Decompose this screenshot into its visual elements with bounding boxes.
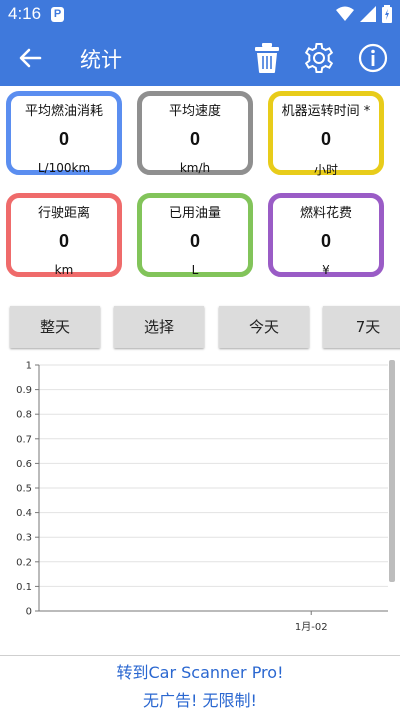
avg-fuel-consumption-card: 平均燃油消耗 0 L/100km [6,91,122,175]
distance-card: 行驶距离 0 km [6,193,122,277]
card-value: 0 [58,129,69,149]
card-label: 燃料花费 [299,206,352,221]
status-time: 4:16 [8,4,42,23]
statistics-chart: 0 0.1 0.2 0.3 0.4 0.5 0.6 0.7 0.8 0.9 1 1月-02 [16,361,388,633]
gear-icon[interactable] [303,42,335,74]
card-label: 行驶距离 [37,206,90,221]
y-tick-label: 1 [26,361,32,372]
promo-line-2: 无广告! 无限制! [143,691,257,710]
card-label: 机器运转时间 * [281,104,371,119]
app-bar: 统计 [0,30,400,86]
y-tick-label: 0.6 [16,459,32,470]
period-button-today[interactable]: 今天 [219,306,309,348]
card-value: 0 [189,129,200,149]
wifi-icon [336,6,354,21]
y-tick-label: 0 [26,607,32,618]
card-value: 0 [58,231,69,251]
fuel-cost-card: 燃料花费 0 ¥ [268,193,384,277]
back-arrow-icon[interactable] [14,42,46,74]
y-tick-label: 0.9 [16,385,32,396]
page-title: 统计 [80,48,122,72]
promo-line-1: 转到Car Scanner Pro! [116,663,284,682]
status-bar: 4:16 P [0,0,400,30]
avg-speed-card: 平均速度 0 km/h [137,91,253,175]
chart-scrollbar[interactable] [389,360,395,582]
y-tick-label: 0.8 [16,410,32,421]
fuel-used-card: 已用油量 0 L [137,193,253,277]
engine-run-time-card: 机器运转时间 * 0 小时 [268,91,384,177]
signal-icon [360,6,376,22]
card-unit: ¥ [322,263,330,277]
y-tick-label: 0.2 [16,557,32,568]
notification-badge-icon: P [51,7,64,22]
y-tick-label: 0.1 [16,582,32,593]
card-value: 0 [320,231,331,251]
trash-icon[interactable] [253,42,281,74]
card-label: 平均燃油消耗 [24,104,103,119]
x-tick-label: 1月-02 [295,621,328,633]
y-tick-label: 0.7 [16,434,32,445]
battery-icon [382,5,392,23]
promo-banner[interactable]: 转到Car Scanner Pro! 无广告! 无限制! [0,655,400,712]
card-value: 0 [320,129,331,149]
card-unit: km [54,263,74,277]
period-button-select[interactable]: 选择 [114,306,204,348]
card-unit: km/h [179,161,211,175]
card-unit: L [191,263,199,277]
period-button-7-days[interactable]: 7天 [323,306,400,348]
y-tick-label: 0.5 [16,484,32,495]
card-label: 平均速度 [168,104,221,119]
card-label: 已用油量 [168,206,221,221]
info-icon[interactable] [357,42,389,74]
card-value: 0 [189,231,200,251]
y-tick-label: 0.3 [16,533,32,544]
card-unit: L/100km [37,161,91,175]
period-button-all-day[interactable]: 整天 [10,306,100,348]
card-unit: 小时 [313,163,338,177]
y-tick-label: 0.4 [16,508,32,519]
